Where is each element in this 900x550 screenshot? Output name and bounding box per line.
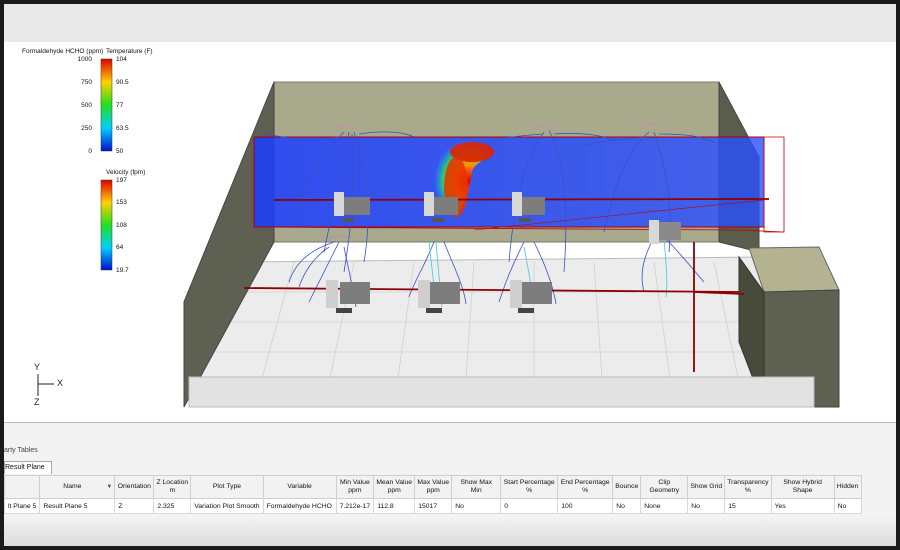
velocity-tick: 108 [116, 222, 127, 229]
sort-dropdown-icon[interactable]: ▼ [106, 483, 112, 491]
transparency-cell[interactable]: 15 [724, 498, 772, 514]
column-header-name[interactable]: Name ▼ [39, 475, 116, 499]
column-header[interactable]: Variable [262, 475, 337, 499]
column-header[interactable]: Transparency% [724, 475, 772, 499]
room-scene[interactable] [4, 42, 896, 422]
axis-z-label: Z [34, 397, 40, 407]
velocity-tick: 64 [116, 244, 124, 251]
table-row[interactable]: lt Plane 5 Result Plane 5 Z 2.325 Variat… [4, 498, 862, 514]
velocity-colorbar [100, 179, 113, 271]
velocity-tick: 19.7 [116, 267, 129, 274]
hcho-tick: 250 [81, 125, 92, 132]
hcho-temperature-colorbar [100, 58, 113, 152]
z-location-cell[interactable]: 2.325 [153, 498, 192, 514]
axis-x-label: X [57, 378, 64, 388]
plot-type-cell[interactable]: Variation Plot Smooth [190, 498, 264, 514]
column-header[interactable]: Mean Value ppm [373, 475, 416, 499]
orientation-cell[interactable]: Z [114, 498, 155, 514]
min-value-cell[interactable]: 7.212e-17 [335, 498, 375, 514]
app-frame: Formaldehyde HCHO (ppm) Temperature (F) … [4, 4, 896, 546]
table-header-row: Name ▼ Orientation Z Location m Plot Type … [4, 475, 862, 499]
hcho-legend-title: Formaldehyde HCHO (ppm) [22, 48, 104, 55]
column-header[interactable]: Min Value ppm [335, 475, 375, 499]
max-value-cell[interactable]: 15017 [414, 498, 453, 514]
show-grid-cell[interactable]: No [687, 498, 726, 514]
velocity-legend-title: Velocity (fpm) [106, 169, 146, 176]
column-header[interactable] [4, 475, 41, 499]
end-percentage-cell[interactable]: 100 [557, 498, 614, 514]
show-hybrid-shape-cell[interactable]: Yes [770, 498, 835, 514]
top-bar [4, 4, 896, 42]
column-header[interactable]: Show Grid [687, 475, 726, 499]
column-header[interactable]: Bounce [612, 475, 642, 499]
column-header[interactable]: Hidden [833, 475, 862, 499]
velocity-tick: 153 [116, 199, 127, 206]
temp-tick: 104 [116, 56, 127, 63]
row-id-cell[interactable]: lt Plane 5 [4, 498, 41, 514]
front-strip [188, 376, 815, 408]
hcho-tick: 500 [81, 102, 92, 109]
column-header[interactable]: Max Value ppm [414, 475, 453, 499]
temp-tick: 50 [116, 148, 124, 155]
tab-result-plane[interactable]: Result Plane [4, 461, 52, 474]
velocity-tick: 197 [116, 177, 127, 184]
column-header[interactable]: Start Percentage% [500, 475, 559, 499]
mean-value-cell[interactable]: 112.8 [373, 498, 416, 514]
variable-cell[interactable]: Formaldehyde HCHO [262, 498, 337, 514]
column-header[interactable]: Orientation [114, 475, 155, 499]
column-header[interactable]: Show Max Min [451, 475, 502, 499]
temp-tick: 77 [116, 102, 124, 109]
temp-tick: 63.5 [116, 125, 129, 132]
temp-legend-title: Temperature (F) [106, 48, 153, 55]
show-max-min-cell[interactable]: No [451, 498, 502, 514]
column-header[interactable]: Plot Type [190, 475, 264, 499]
start-percentage-cell[interactable]: 0 [500, 498, 559, 514]
column-header[interactable]: Z Location m [153, 475, 192, 499]
hcho-tick: 750 [81, 79, 92, 86]
hcho-tick: 0 [88, 148, 92, 155]
name-cell[interactable]: Result Plane 5 [39, 498, 116, 514]
bounce-cell[interactable]: No [612, 498, 642, 514]
temp-tick: 90.5 [116, 79, 129, 86]
result-plane [253, 136, 765, 228]
axis-triad [37, 374, 54, 396]
result-plane-outline [763, 136, 785, 233]
result-plane-table: Name ▼ Orientation Z Location m Plot Type … [4, 475, 862, 514]
column-header[interactable]: Clip Geometry [640, 475, 689, 499]
column-header[interactable]: End Percentage% [557, 475, 614, 499]
column-header[interactable]: Show Hybrid Shape [770, 475, 835, 499]
panel-title: arty Tables [4, 447, 38, 454]
hidden-cell[interactable]: No [833, 498, 862, 514]
annex-top [748, 246, 840, 293]
hcho-tick: 1000 [77, 56, 92, 63]
axis-y-label: Y [34, 362, 41, 372]
clip-geometry-cell[interactable]: None [640, 498, 689, 514]
3d-viewport[interactable]: Formaldehyde HCHO (ppm) Temperature (F) … [4, 42, 896, 422]
bottom-fade [4, 516, 896, 546]
